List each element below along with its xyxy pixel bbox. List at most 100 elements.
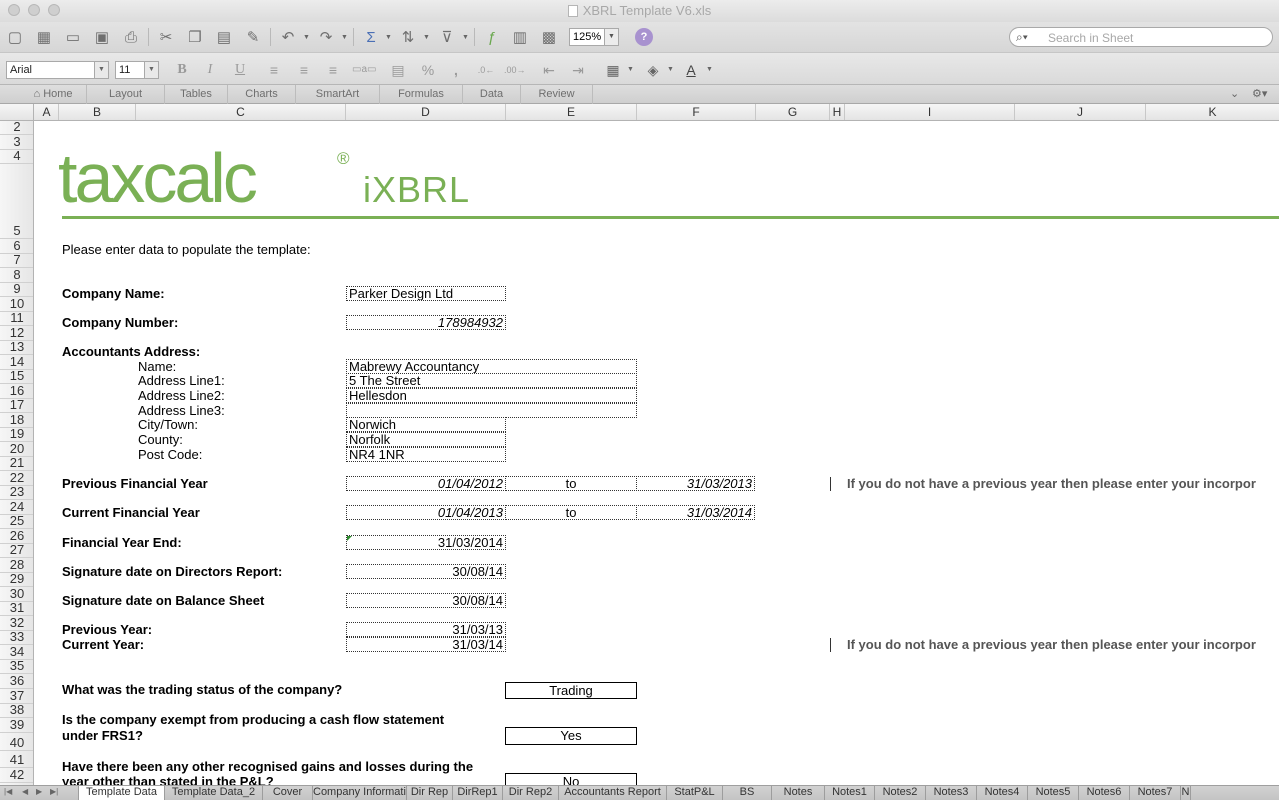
increase-indent-icon[interactable]: ⇥ [568, 61, 588, 79]
fill-color-icon[interactable]: ◈ [643, 61, 663, 79]
tab-smartart[interactable]: SmartArt [296, 85, 380, 104]
sheet-tab[interactable]: Notes7 [1130, 786, 1181, 800]
save-icon[interactable]: ▣ [91, 26, 113, 48]
row-header[interactable]: 42 [0, 767, 33, 783]
bold-icon[interactable]: B [172, 61, 192, 79]
column-header[interactable]: G [756, 104, 830, 120]
company-name-cell[interactable]: Parker Design Ltd [346, 286, 506, 301]
search-icon[interactable]: ⌕▾ [1016, 30, 1028, 45]
row-header[interactable]: 17 [0, 397, 33, 413]
sheet-tab[interactable]: Notes [772, 786, 825, 800]
row-header[interactable]: 27 [0, 542, 33, 558]
column-header[interactable]: C [136, 104, 346, 120]
sheet-tab[interactable]: Notes2 [875, 786, 926, 800]
filter-dropdown-icon[interactable]: ▼ [462, 34, 469, 41]
sheet-tab[interactable]: Company Information [313, 786, 407, 800]
row-header[interactable]: 38 [0, 702, 33, 718]
undo-icon[interactable]: ↶ [277, 26, 299, 48]
row-header[interactable]: 31 [0, 600, 33, 616]
sheet-tab[interactable]: Notes6 [1079, 786, 1130, 800]
sig-directors-cell[interactable]: 30/08/14 [346, 564, 506, 579]
next-sheet-icon[interactable]: ▶ [36, 787, 42, 796]
row-header[interactable]: 36 [0, 673, 33, 689]
row-header[interactable]: 41 [0, 751, 33, 768]
templates-icon[interactable]: ▦ [33, 26, 55, 48]
decrease-indent-icon[interactable]: ⇤ [539, 61, 559, 79]
column-header[interactable]: D [346, 104, 506, 120]
decrease-decimal-icon[interactable]: .00→ [504, 61, 526, 79]
company-number-cell[interactable]: 178984932 [346, 315, 506, 330]
curr-fy-from-cell[interactable]: 01/04/2013 [346, 505, 506, 520]
sheet-tab[interactable]: Template Data [78, 786, 165, 800]
tab-layout[interactable]: Layout [87, 85, 165, 104]
column-header[interactable]: H [830, 104, 845, 120]
sort-dropdown-icon[interactable]: ▼ [423, 34, 430, 41]
sheet-tab[interactable]: Notes3 [926, 786, 977, 800]
gallery-icon[interactable]: ▥ [509, 26, 531, 48]
new-document-icon[interactable]: ▢ [4, 26, 26, 48]
sheet-tab[interactable]: Dir Rep [407, 786, 453, 800]
paste-icon[interactable]: ▤ [213, 26, 235, 48]
cashflow-exempt-cell[interactable]: Yes [505, 727, 637, 745]
sheet-tab[interactable]: StatP&L [667, 786, 723, 800]
font-color-dropdown-icon[interactable]: ▼ [706, 66, 713, 73]
help-icon[interactable]: ? [635, 28, 653, 46]
undo-dropdown-icon[interactable]: ▼ [303, 34, 310, 41]
row-header[interactable]: 7 [0, 252, 33, 268]
row-header[interactable]: 2 [0, 121, 33, 135]
redo-icon[interactable]: ↷ [315, 26, 337, 48]
row-header[interactable]: 4 [0, 148, 33, 164]
sheet-tab[interactable]: DirRep1 [453, 786, 503, 800]
prev-sheet-icon[interactable]: ◀ [22, 787, 28, 796]
county-cell[interactable]: Norfolk [346, 432, 506, 447]
accountant-name-cell[interactable]: Mabrewy Accountancy [346, 359, 637, 374]
tab-data[interactable]: Data [463, 85, 521, 104]
collapse-ribbon-icon[interactable]: ⌄ [1230, 87, 1239, 100]
worksheet[interactable]: taxcalc ® iXBRL Please enter data to pop… [35, 121, 1279, 785]
fill-color-dropdown-icon[interactable]: ▼ [667, 66, 674, 73]
row-header[interactable]: 9 [0, 281, 33, 297]
row-header[interactable]: 13 [0, 339, 33, 355]
row-header[interactable]: 29 [0, 571, 33, 587]
fy-end-cell[interactable]: 31/03/2014 [346, 535, 506, 550]
current-year-cell[interactable]: 31/03/14 [346, 637, 506, 652]
underline-icon[interactable]: U [230, 61, 250, 79]
increase-decimal-icon[interactable]: .0← [476, 61, 496, 79]
redo-dropdown-icon[interactable]: ▼ [341, 34, 348, 41]
row-header[interactable]: 23 [0, 484, 33, 500]
curr-fy-to-cell[interactable]: 31/03/2014 [636, 505, 755, 520]
gains-losses-cell[interactable]: No [505, 773, 637, 785]
select-all-corner[interactable] [0, 104, 34, 120]
tab-formulas[interactable]: Formulas [380, 85, 463, 104]
toolbox-icon[interactable]: ▩ [538, 26, 560, 48]
row-header[interactable]: 25 [0, 513, 33, 529]
column-header[interactable]: F [637, 104, 756, 120]
borders-dropdown-icon[interactable]: ▼ [627, 66, 634, 73]
row-header[interactable]: 35 [0, 658, 33, 674]
trading-status-cell[interactable]: Trading [505, 682, 637, 699]
last-sheet-icon[interactable]: ▶| [50, 787, 58, 796]
font-color-icon[interactable]: A [681, 61, 701, 79]
open-folder-icon[interactable]: ▭ [62, 26, 84, 48]
currency-format-icon[interactable]: ▤ [388, 61, 408, 79]
align-right-icon[interactable]: ≡ [323, 61, 343, 79]
column-header[interactable]: A [35, 104, 59, 120]
sheet-tab[interactable]: Cover [263, 786, 313, 800]
sheet-tab[interactable]: N [1181, 786, 1191, 800]
tab-tables[interactable]: Tables [165, 85, 228, 104]
align-left-icon[interactable]: ≡ [264, 61, 284, 79]
city-cell[interactable]: Norwich [346, 417, 506, 432]
sheet-tab[interactable]: BS [723, 786, 772, 800]
zoom-field[interactable]: 125% [569, 28, 605, 46]
function-icon[interactable]: ƒ [481, 26, 503, 48]
font-name-field[interactable]: Arial [6, 61, 95, 79]
row-header[interactable]: 15 [0, 368, 33, 384]
previous-year-cell[interactable]: 31/03/13 [346, 622, 506, 637]
row-header[interactable]: 40 [0, 733, 33, 751]
align-center-icon[interactable]: ≡ [294, 61, 314, 79]
sheet-tab[interactable]: Accountants Report [559, 786, 667, 800]
search-box[interactable]: ⌕▾ [1009, 27, 1273, 47]
italic-icon[interactable]: I [200, 61, 220, 79]
address-line3-cell[interactable] [346, 403, 637, 418]
prev-fy-to-cell[interactable]: 31/03/2013 [636, 476, 755, 491]
